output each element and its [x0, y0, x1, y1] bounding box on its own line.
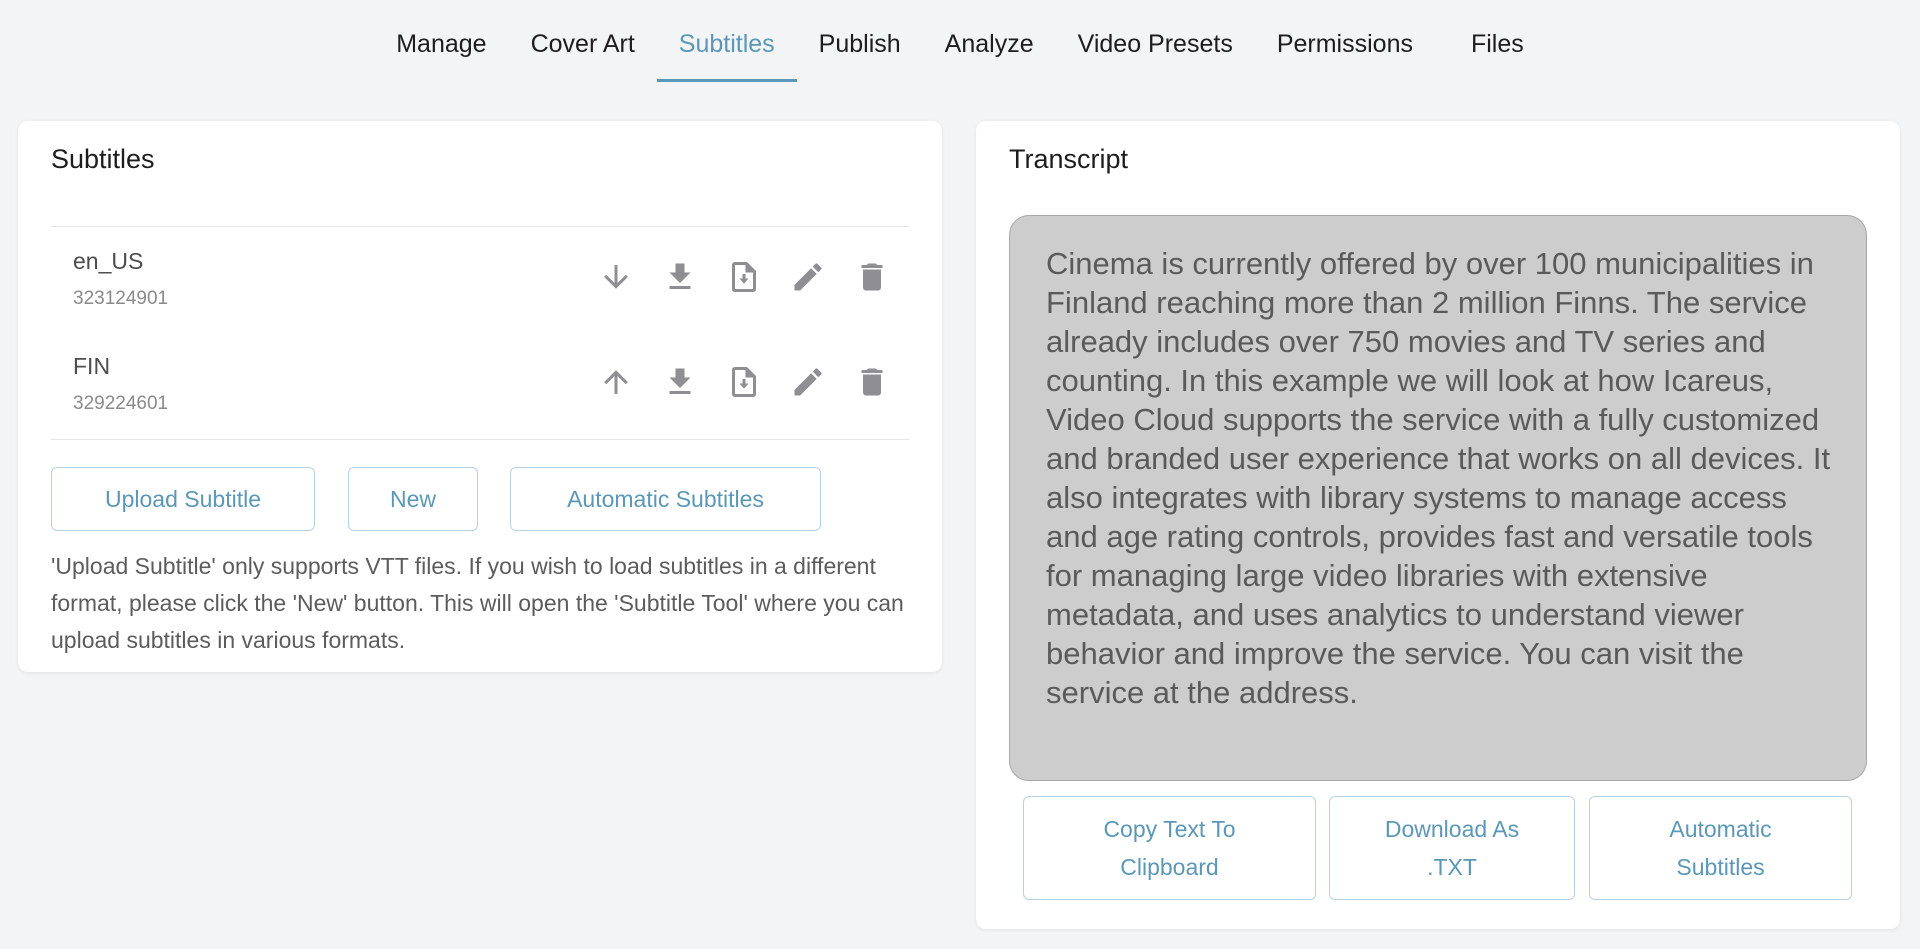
divider	[51, 439, 909, 440]
new-subtitle-button[interactable]: New	[348, 467, 478, 531]
edit-icon[interactable]	[789, 258, 827, 296]
arrow-up-icon[interactable]	[597, 363, 635, 401]
arrow-down-icon[interactable]	[597, 258, 635, 296]
file-download-icon[interactable]	[725, 363, 763, 401]
transcript-card: Transcript Cinema is currently offered b…	[976, 121, 1900, 929]
tab-files[interactable]: Files	[1449, 0, 1546, 82]
tab-subtitles[interactable]: Subtitles	[656, 0, 797, 82]
button-label-line: Subtitles	[1676, 854, 1765, 880]
subtitle-id: 329224601	[73, 393, 169, 414]
upload-help-text: 'Upload Subtitle' only supports VTT file…	[51, 553, 904, 653]
tab-manage[interactable]: Manage	[374, 0, 508, 82]
upload-subtitle-button[interactable]: Upload Subtitle	[51, 467, 315, 531]
button-label-line: Copy Text To	[1103, 816, 1236, 842]
delete-icon[interactable]	[853, 258, 891, 296]
button-label-line: .TXT	[1427, 854, 1477, 880]
transcript-title: Transcript	[1009, 144, 1129, 174]
subtitle-language: FIN	[73, 353, 111, 379]
button-label-line: Clipboard	[1120, 854, 1219, 880]
subtitle-id: 323124901	[73, 288, 169, 309]
download-icon[interactable]	[661, 258, 699, 296]
copy-to-clipboard-button[interactable]: Copy Text To Clipboard	[1023, 796, 1316, 900]
subtitle-actions	[597, 258, 891, 296]
tab-permissions[interactable]: Permissions	[1255, 0, 1435, 82]
tab-cover-art[interactable]: Cover Art	[509, 0, 657, 82]
tab-video-presets[interactable]: Video Presets	[1056, 0, 1255, 82]
transcript-automatic-subtitles-button[interactable]: Automatic Subtitles	[1589, 796, 1852, 900]
delete-icon[interactable]	[853, 363, 891, 401]
button-label-line: Download As	[1384, 816, 1520, 842]
button-label-line: Automatic	[1669, 816, 1772, 842]
download-icon[interactable]	[661, 363, 699, 401]
tab-publish[interactable]: Publish	[797, 0, 923, 82]
automatic-subtitles-button[interactable]: Automatic Subtitles	[510, 467, 821, 531]
subtitles-title: Subtitles	[51, 144, 155, 174]
file-download-icon[interactable]	[725, 258, 763, 296]
edit-icon[interactable]	[789, 363, 827, 401]
subtitle-row: en_US 323124901	[51, 226, 909, 330]
download-txt-button[interactable]: Download As .TXT	[1329, 796, 1575, 900]
subtitle-row: FIN 329224601	[51, 331, 909, 435]
tab-bar: Manage Cover Art Subtitles Publish Analy…	[0, 0, 1920, 82]
subtitle-actions	[597, 363, 891, 401]
transcript-text[interactable]: Cinema is currently offered by over 100 …	[1009, 215, 1867, 781]
tab-analyze[interactable]: Analyze	[923, 0, 1056, 82]
subtitle-language: en_US	[73, 248, 144, 274]
subtitles-card: Subtitles en_US 323124901 FIN 329224601	[18, 121, 942, 672]
